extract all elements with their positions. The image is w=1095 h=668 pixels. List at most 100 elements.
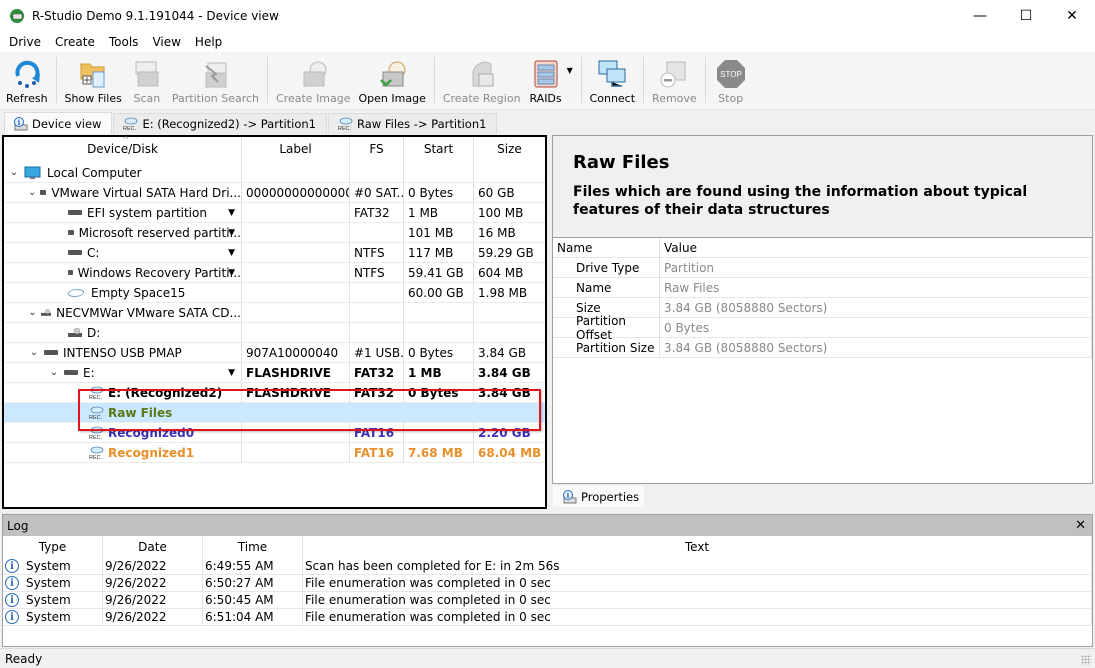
tree-row-d-drive[interactable]: D:	[4, 322, 545, 343]
column-header-start[interactable]: Start	[404, 137, 474, 163]
menu-help[interactable]: Help	[188, 35, 229, 49]
info-icon: i	[5, 610, 19, 624]
log-row[interactable]: i System 9/26/2022 6:50:45 AM File enumer…	[3, 591, 1092, 609]
row-dropdown-arrow[interactable]: ▼	[228, 228, 235, 238]
connect-icon	[598, 60, 626, 87]
tree-row-efi-partition[interactable]: EFI system partition ▼ FAT32 1 MB 100 MB	[4, 202, 545, 223]
show-files-button[interactable]: Show Files	[61, 53, 126, 109]
svg-text:REC.: REC.	[338, 126, 352, 131]
tab-recognized2-partition1[interactable]: REC. E: (Recognized2) -> Partition1	[113, 113, 327, 134]
remove-button[interactable]: Remove	[648, 53, 701, 109]
column-header-text[interactable]: Text	[303, 536, 1092, 558]
tree-row-e-drive[interactable]: ⌄ E: ▼ FLASHDRIVE FAT32 1 MB 3.84 GB	[4, 362, 545, 383]
create-image-icon	[303, 61, 327, 87]
properties-header: Name Value	[553, 237, 1092, 258]
svg-text:STOP: STOP	[720, 70, 742, 79]
tab-raw-files-partition1[interactable]: REC. Raw Files -> Partition1	[328, 113, 498, 134]
recognized-partition-icon: REC.	[89, 446, 104, 460]
log-header: Type Date Time Text	[3, 536, 1092, 558]
tree-row-cd-drive[interactable]: ⌄ NECVMWar VMware SATA CD...	[4, 302, 545, 323]
log-row[interactable]: i System 9/26/2022 6:50:27 AM File enumer…	[3, 574, 1092, 592]
close-button[interactable]: ✕	[1049, 0, 1095, 31]
row-dropdown-arrow[interactable]: ▼	[228, 248, 235, 258]
menu-view[interactable]: View	[145, 35, 187, 49]
connect-button[interactable]: Connect	[586, 53, 639, 109]
toolbar-separator	[433, 57, 435, 103]
resize-grip-icon[interactable]	[1081, 655, 1091, 665]
cd-drive-icon	[40, 309, 52, 316]
tree-row-c-drive[interactable]: C: ▼ NTFS 117 MB 59.29 GB	[4, 242, 545, 263]
raids-button[interactable]: RAIDs	[525, 53, 567, 109]
column-header-name[interactable]: Name	[553, 237, 660, 258]
empty-space-icon	[66, 288, 86, 297]
menu-drive[interactable]: Drive	[2, 35, 48, 49]
column-header-type[interactable]: Type	[3, 536, 103, 558]
log-row[interactable]: i System 9/26/2022 6:51:04 AM File enumer…	[3, 608, 1092, 626]
chevron-down-icon[interactable]: ⌄	[28, 347, 40, 358]
minimize-button[interactable]: —	[957, 0, 1003, 31]
tree-row-vmware-hard-drive[interactable]: ⌄ VMware Virtual SATA Hard Dri... 000000…	[4, 182, 545, 203]
chevron-down-icon[interactable]: ⌄	[8, 167, 20, 178]
property-row[interactable]: Partition Size 3.84 GB (8058880 Sectors)	[553, 338, 1092, 358]
stop-button[interactable]: STOP Stop	[710, 53, 752, 109]
details-title: Raw Files	[573, 152, 670, 173]
app-logo-icon	[10, 8, 24, 23]
create-image-button[interactable]: Create Image	[272, 53, 355, 109]
column-header-fs[interactable]: FS	[350, 137, 404, 163]
partition-search-button[interactable]: Partition Search	[168, 53, 263, 109]
chevron-down-icon[interactable]: ⌄	[48, 367, 60, 378]
partition-icon	[68, 230, 74, 235]
row-dropdown-arrow[interactable]: ▼	[228, 268, 235, 278]
info-icon: i	[563, 489, 577, 503]
tree-row-recognized0[interactable]: REC. Recognized0 FAT16 2.20 GB	[4, 422, 545, 443]
svg-text:REC.: REC.	[89, 415, 103, 420]
create-region-button[interactable]: Create Region	[439, 53, 525, 109]
svg-text:REC.: REC.	[89, 455, 103, 460]
scan-button[interactable]: Scan	[126, 53, 168, 109]
toolbar-separator	[580, 57, 582, 103]
open-image-icon	[380, 61, 406, 87]
tree-row-recognized1[interactable]: REC. Recognized1 FAT16 7.68 MB 68.04 MB	[4, 442, 545, 463]
tree-header: ^ Device/Disk Label FS Start Size	[4, 135, 545, 163]
property-row[interactable]: Partition Offset 0 Bytes	[553, 314, 1092, 342]
raids-dropdown-arrow[interactable]: ▼	[567, 53, 577, 109]
column-header-value[interactable]: Value	[660, 237, 1092, 258]
maximize-button[interactable]: ☐	[1003, 0, 1049, 31]
column-header-date[interactable]: Date	[103, 536, 203, 558]
show-files-icon	[80, 63, 105, 88]
status-text: Ready	[5, 651, 43, 666]
info-icon: i	[5, 576, 19, 590]
tree-row-e-recognized2[interactable]: REC. E: (Recognized2) FLASHDRIVE FAT32 0 B…	[4, 382, 545, 403]
tree-row-local-computer[interactable]: ⌄ Local Computer	[4, 162, 545, 183]
tree-row-empty-space[interactable]: Empty Space15 60.00 GB 1.98 MB	[4, 282, 545, 303]
tree-row-raw-files[interactable]: REC. Raw Files	[4, 402, 545, 423]
property-row[interactable]: Drive Type Partition	[553, 258, 1092, 278]
svg-text:REC.: REC.	[89, 395, 103, 400]
chevron-down-icon[interactable]: ⌄	[28, 187, 36, 198]
refresh-button[interactable]: Refresh	[2, 53, 52, 109]
column-header-label[interactable]: Label	[242, 137, 350, 163]
tab-properties[interactable]: i Properties	[553, 486, 644, 507]
menu-tools[interactable]: Tools	[102, 35, 146, 49]
tab-device-view[interactable]: i Device view	[4, 112, 113, 134]
property-row[interactable]: Name Raw Files	[553, 278, 1092, 298]
cd-drive-icon	[68, 328, 82, 337]
log-close-button[interactable]: ✕	[1075, 518, 1086, 533]
log-panel: Log ✕ Type Date Time Text i System 9/26/2…	[2, 514, 1093, 647]
column-header-time[interactable]: Time	[203, 536, 303, 558]
menu-create[interactable]: Create	[48, 35, 102, 49]
tree-row-intenso-usb[interactable]: ⌄ INTENSO USB PMAP 907A10000040#1 USB...…	[4, 342, 545, 363]
tree-row-ms-reserved[interactable]: Microsoft reserved partiti... ▼ 101 MB 16…	[4, 222, 545, 243]
svg-text:REC.: REC.	[89, 435, 103, 440]
column-header-size[interactable]: Size	[474, 137, 545, 163]
chevron-down-icon[interactable]: ⌄	[28, 307, 37, 318]
svg-text:REC.: REC.	[123, 126, 137, 131]
row-dropdown-arrow[interactable]: ▼	[228, 368, 235, 378]
tree-row-windows-recovery[interactable]: Windows Recovery Partiti... ▼ NTFS 59.41 …	[4, 262, 545, 283]
recognized-partition-icon: REC.	[338, 117, 353, 131]
column-header-device[interactable]: ^ Device/Disk	[4, 135, 242, 163]
open-image-button[interactable]: Open Image	[355, 53, 430, 109]
svg-text:i: i	[18, 118, 21, 127]
row-dropdown-arrow[interactable]: ▼	[228, 208, 235, 218]
log-row[interactable]: i System 9/26/2022 6:49:55 AM Scan has be…	[3, 557, 1092, 575]
